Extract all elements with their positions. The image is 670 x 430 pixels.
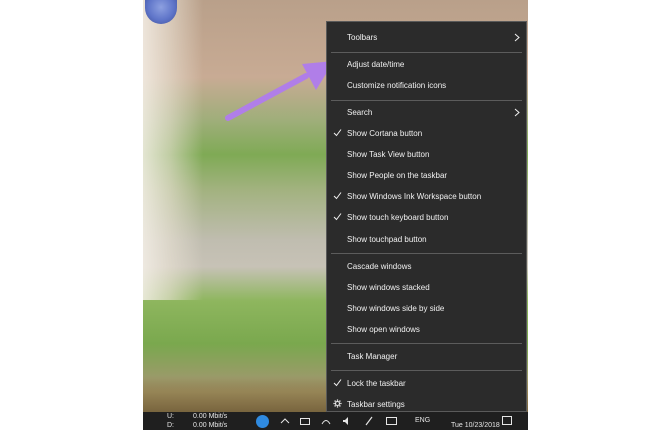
keyboard-icon[interactable] (386, 417, 397, 425)
menu-item-label: Adjust date/time (347, 60, 405, 69)
pen-icon[interactable] (364, 416, 374, 426)
chevron-right-icon (514, 108, 520, 117)
menu-item-show-cortana-button[interactable]: Show Cortana button (327, 124, 526, 144)
menu-item-label: Show touch keyboard button (347, 213, 449, 222)
menu-item-task-manager[interactable]: Task Manager (327, 347, 526, 367)
language-indicator[interactable]: ENG (415, 417, 430, 424)
menu-item-show-touch-keyboard-button[interactable]: Show touch keyboard button (327, 208, 526, 228)
net-upload-value: 0.00 Mbit/s (193, 413, 228, 420)
checkmark-icon (333, 129, 342, 137)
checkmark-icon (333, 379, 342, 387)
menu-item-label: Show windows side by side (347, 304, 445, 313)
gear-icon (333, 399, 342, 408)
menu-item-label: Toolbars (347, 33, 378, 42)
menu-item-label: Customize notification icons (347, 81, 447, 90)
help-icon[interactable] (256, 415, 269, 428)
menu-separator (331, 370, 522, 371)
menu-item-label: Search (347, 108, 373, 117)
menu-separator (331, 253, 522, 254)
menu-item-label: Show Cortana button (347, 129, 423, 138)
checkmark-icon (333, 213, 342, 221)
net-download-value: 0.00 Mbit/s (193, 422, 228, 429)
clock[interactable]: Tue 10/23/2018 (451, 422, 500, 429)
menu-item-label: Lock the taskbar (347, 379, 406, 388)
menu-item-label: Taskbar settings (347, 400, 405, 409)
menu-item-show-people[interactable]: Show People on the taskbar (327, 166, 526, 186)
menu-item-adjust-date-time[interactable]: Adjust date/time (327, 55, 526, 75)
net-download-label: D: (167, 422, 174, 429)
chevron-right-icon (514, 33, 520, 42)
menu-item-show-windows-side-by-side[interactable]: Show windows side by side (327, 299, 526, 319)
menu-item-label: Show open windows (347, 325, 420, 334)
menu-item-customize-notification-icons[interactable]: Customize notification icons (327, 76, 526, 96)
checkmark-icon (333, 192, 342, 200)
menu-item-label: Show Task View button (347, 150, 430, 159)
menu-item-show-windows-ink-workspace-button[interactable]: Show Windows Ink Workspace button (327, 187, 526, 207)
menu-item-label: Cascade windows (347, 262, 412, 271)
menu-separator (331, 100, 522, 101)
menu-item-label: Show windows stacked (347, 283, 430, 292)
menu-item-show-open-windows[interactable]: Show open windows (327, 320, 526, 340)
menu-item-show-touchpad-button[interactable]: Show touchpad button (327, 230, 526, 250)
menu-item-label: Show People on the taskbar (347, 171, 448, 180)
annotation-arrow-shaft (225, 73, 309, 121)
menu-item-lock-the-taskbar[interactable]: Lock the taskbar (327, 374, 526, 394)
menu-item-show-windows-stacked[interactable]: Show windows stacked (327, 278, 526, 298)
net-upload-label: U: (167, 413, 174, 420)
menu-item-label: Show touchpad button (347, 235, 427, 244)
menu-item-toolbars[interactable]: Toolbars (327, 28, 526, 48)
battery-icon[interactable] (300, 418, 310, 425)
menu-separator (331, 343, 522, 344)
menu-item-search[interactable]: Search (327, 103, 526, 123)
notification-icon[interactable] (502, 416, 512, 425)
menu-item-cascade-windows[interactable]: Cascade windows (327, 257, 526, 277)
taskbar-context-menu: Toolbars Adjust date/time Customize noti… (326, 21, 527, 412)
menu-item-label: Task Manager (347, 352, 398, 361)
menu-separator (331, 52, 522, 53)
menu-item-taskbar-settings[interactable]: Taskbar settings (327, 395, 526, 415)
volume-icon[interactable] (342, 416, 352, 426)
menu-item-show-task-view-button[interactable]: Show Task View button (327, 145, 526, 165)
menu-item-label: Show Windows Ink Workspace button (347, 192, 482, 201)
chevron-up-icon[interactable] (280, 416, 290, 426)
network-icon[interactable] (321, 416, 331, 426)
